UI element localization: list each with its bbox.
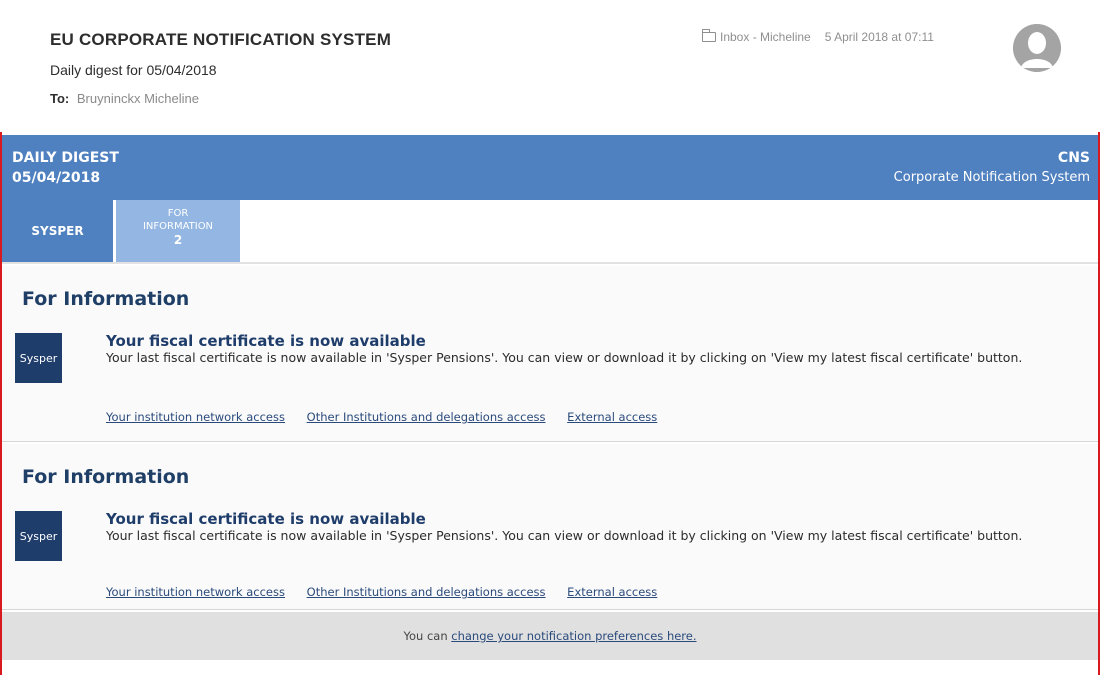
sender-name: EU CORPORATE NOTIFICATION SYSTEM (50, 30, 392, 49)
folder-icon (702, 29, 716, 42)
other-institutions-link[interactable]: Other Institutions and delegations acces… (307, 410, 546, 424)
email-meta: Inbox - Micheline 5 April 2018 at 07:11 (702, 29, 934, 44)
category-tabs: SYSPER FOR INFORMATION 2 (2, 200, 1098, 264)
tab-for-information[interactable]: FOR INFORMATION 2 (116, 200, 240, 262)
tab-info-line1: FOR (167, 208, 189, 219)
notification-description: Your last fiscal certificate is now avai… (106, 350, 1023, 365)
preferences-footer: You can change your notification prefere… (2, 612, 1098, 660)
mailbox-name[interactable]: Inbox - Micheline (720, 30, 811, 44)
recipient-name[interactable]: Bruyninckx Micheline (77, 91, 199, 106)
digest-title: DAILY DIGEST 05/04/2018 (12, 148, 119, 188)
mail-header: EU CORPORATE NOTIFICATION SYSTEM Daily d… (0, 0, 1100, 132)
digest-date: 05/04/2018 (12, 170, 101, 186)
notification-section: For Information Sysper Your fiscal certi… (2, 444, 1098, 610)
notification-preferences-link[interactable]: change your notification preferences her… (451, 629, 696, 643)
sysper-badge: Sysper (15, 333, 62, 383)
notification-section: For Information Sysper Your fiscal certi… (2, 266, 1098, 442)
section-heading: For Information (22, 288, 190, 310)
user-avatar-icon[interactable] (1013, 24, 1061, 72)
to-label: To: (50, 91, 70, 106)
institution-network-link[interactable]: Your institution network access (106, 585, 285, 599)
system-acronym: CNS (1057, 150, 1090, 166)
notification-title: Your fiscal certificate is now available (106, 332, 426, 350)
notification-description: Your last fiscal certificate is now avai… (106, 528, 1023, 543)
access-links: Your institution network access Other In… (106, 410, 675, 424)
tab-info-count: 2 (173, 233, 183, 247)
digest-label: DAILY DIGEST (12, 150, 119, 166)
external-access-link[interactable]: External access (567, 410, 657, 424)
notification-title: Your fiscal certificate is now available (106, 510, 426, 528)
tab-sysper[interactable]: SYSPER (2, 200, 113, 262)
other-institutions-link[interactable]: Other Institutions and delegations acces… (307, 585, 546, 599)
external-access-link[interactable]: External access (567, 585, 657, 599)
email-date: 5 April 2018 at 07:11 (824, 30, 934, 44)
sysper-badge: Sysper (15, 511, 62, 561)
system-full-name: Corporate Notification System (893, 170, 1090, 185)
footer-prefix: You can (403, 629, 448, 643)
email-subject: Daily digest for 05/04/2018 (50, 62, 217, 78)
access-links: Your institution network access Other In… (106, 585, 675, 599)
recipient-line: To: Bruyninckx Micheline (50, 91, 199, 106)
section-heading: For Information (22, 466, 190, 488)
digest-banner: DAILY DIGEST 05/04/2018 CNS Corporate No… (2, 135, 1098, 200)
system-label: CNS Corporate Notification System (894, 148, 1090, 188)
tab-info-line2: INFORMATION (142, 221, 214, 232)
institution-network-link[interactable]: Your institution network access (106, 410, 285, 424)
